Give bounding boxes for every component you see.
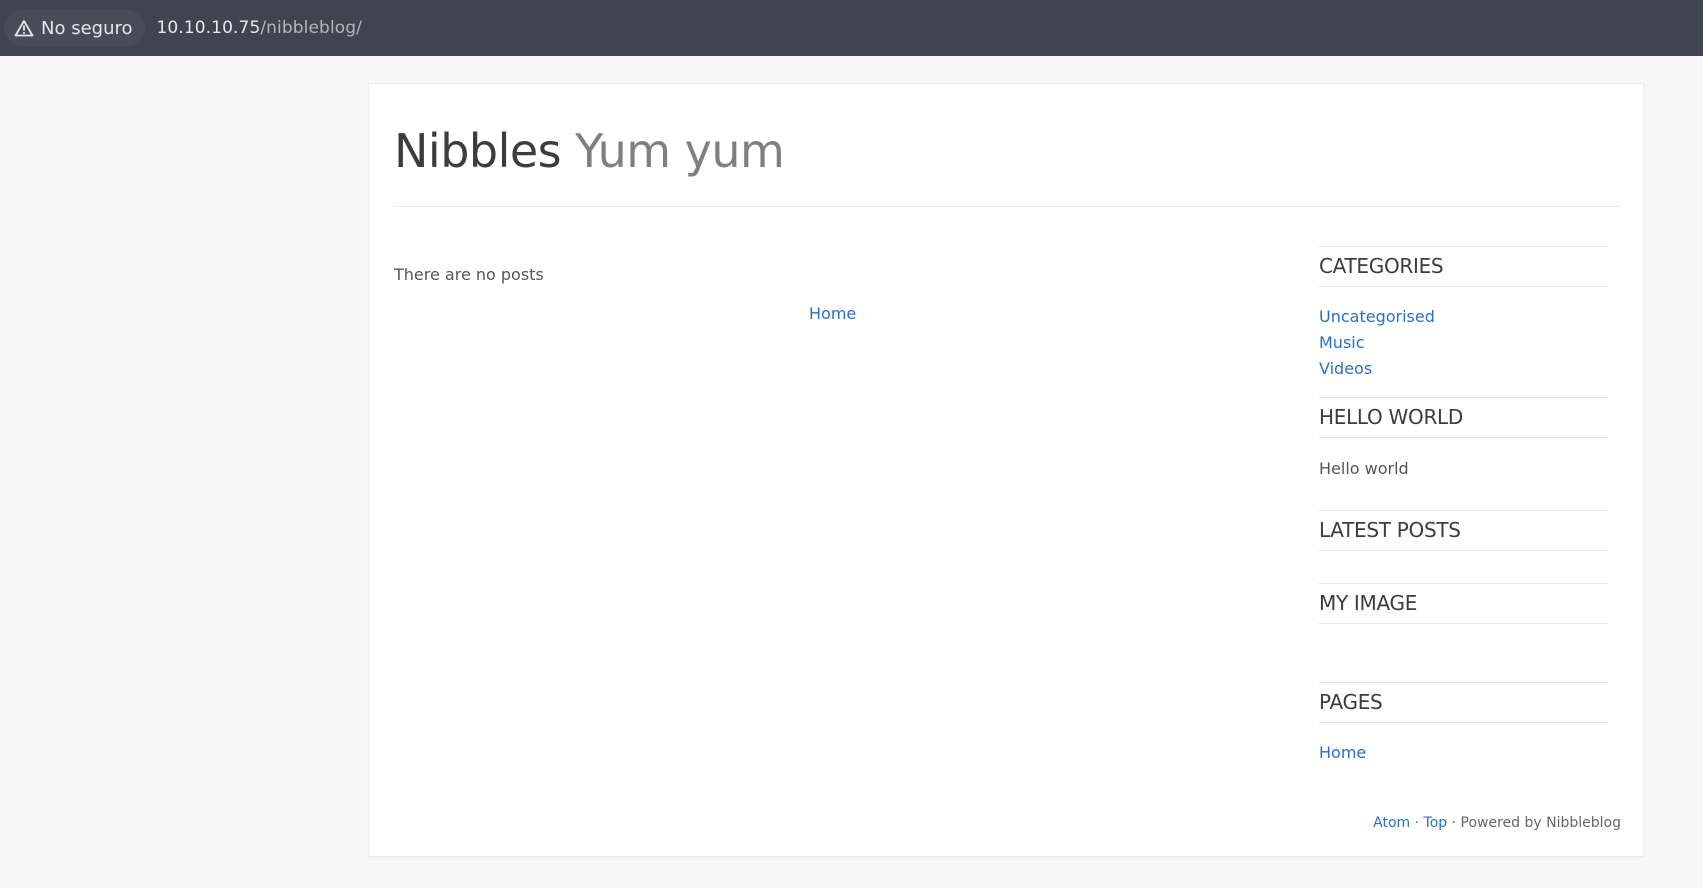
url-path: /nibbleblog/ — [260, 18, 362, 38]
powered-by-text: Powered by Nibbleblog — [1460, 815, 1621, 831]
footer: Atom · Top · Powered by Nibbleblog — [1373, 815, 1621, 831]
pages-title: PAGES — [1319, 682, 1608, 723]
category-videos[interactable]: Videos — [1319, 359, 1372, 378]
footer-separator: · — [1410, 815, 1424, 831]
categories-title: CATEGORIES — [1319, 246, 1608, 287]
my-image-title: MY IMAGE — [1319, 583, 1608, 624]
site-name: Nibbles — [394, 124, 562, 178]
hello-world-text: Hello world — [1319, 459, 1409, 478]
header-divider — [394, 206, 1620, 207]
footer-separator: · — [1447, 815, 1461, 831]
category-uncategorised[interactable]: Uncategorised — [1319, 307, 1435, 326]
security-label: No seguro — [41, 17, 133, 39]
browser-address-bar: No seguro 10.10.10.75/nibbleblog/ — [0, 0, 1703, 56]
latest-posts-title: LATEST POSTS — [1319, 510, 1608, 551]
url-field[interactable]: 10.10.10.75/nibbleblog/ — [157, 18, 362, 38]
hello-world-title: HELLO WORLD — [1319, 397, 1608, 438]
no-posts-message: There are no posts — [394, 265, 544, 284]
category-music[interactable]: Music — [1319, 333, 1365, 352]
top-link[interactable]: Top — [1424, 815, 1448, 831]
security-indicator[interactable]: No seguro — [4, 10, 145, 46]
site-title[interactable]: Nibbles Yum yum — [394, 124, 785, 178]
pager-home-link[interactable]: Home — [809, 304, 856, 323]
warning-icon — [14, 20, 34, 37]
site-slogan: Yum yum — [575, 124, 785, 178]
blog-container: Nibbles Yum yum There are no posts Home … — [368, 83, 1644, 857]
url-host: 10.10.10.75 — [156, 18, 261, 38]
page-home-link[interactable]: Home — [1319, 743, 1366, 762]
atom-link[interactable]: Atom — [1373, 815, 1410, 831]
